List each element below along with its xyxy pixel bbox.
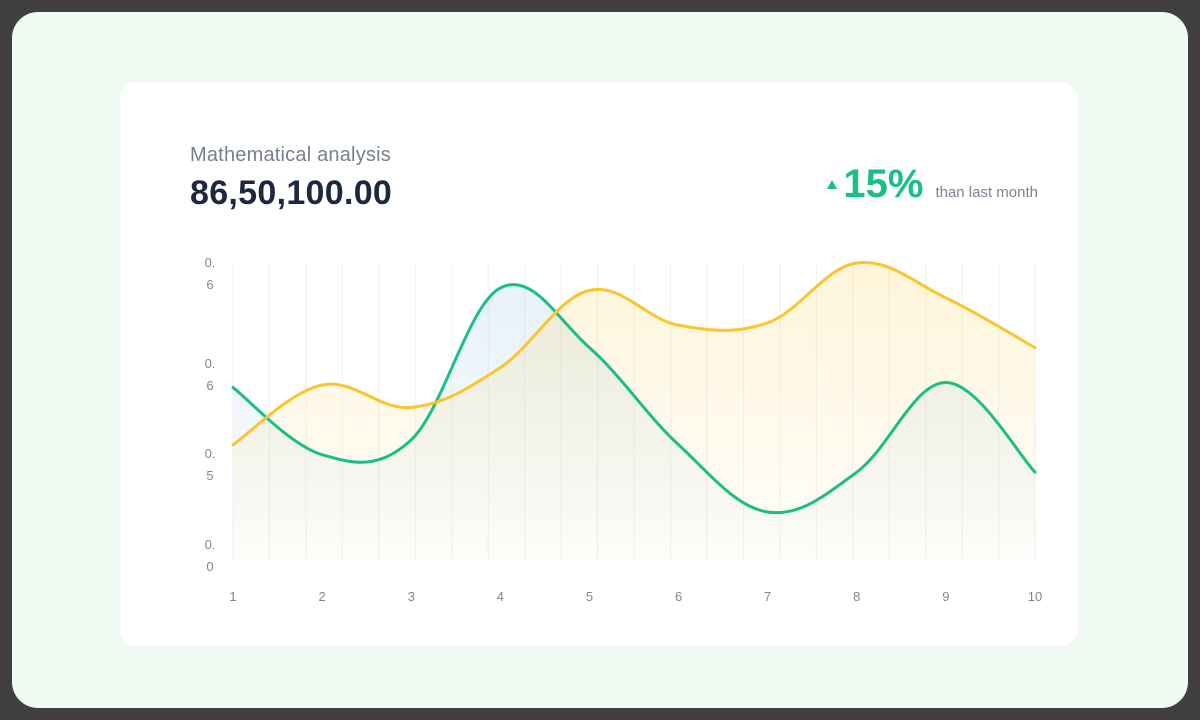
- y-tick-label: 0. 6: [205, 356, 216, 393]
- line-chart: 0. 6 0. 6 0. 5 0. 0 1 2 3 4 5 6 7 8 9 10: [205, 255, 1043, 604]
- x-tick-label: 7: [764, 589, 771, 604]
- x-tick-label: 10: [1028, 589, 1042, 604]
- x-tick-label: 4: [497, 589, 504, 604]
- x-tick-label: 3: [408, 589, 415, 604]
- x-tick-label: 6: [675, 589, 682, 604]
- x-tick-label: 5: [586, 589, 593, 604]
- x-tick-label: 9: [942, 589, 949, 604]
- y-tick-label: 0. 6: [205, 255, 216, 292]
- x-tick-label: 1: [229, 589, 236, 604]
- y-tick-label: 0. 5: [205, 446, 216, 483]
- y-tick-label: 0. 0: [205, 537, 216, 574]
- x-tick-label: 2: [318, 589, 325, 604]
- x-tick-label: 8: [853, 589, 860, 604]
- yellow-series-area: [233, 262, 1035, 560]
